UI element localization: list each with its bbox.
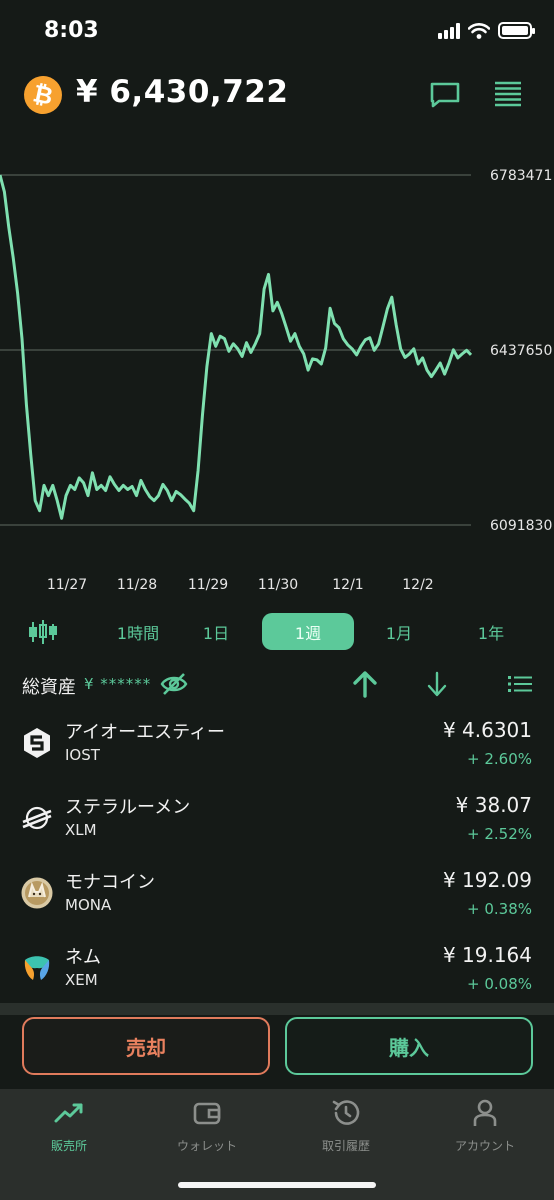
- y-tick-label: 6437650: [490, 343, 552, 359]
- coin-change: + 2.52%: [467, 825, 532, 843]
- coin-symbol: IOST: [65, 746, 100, 764]
- coin-name: モナコイン: [65, 872, 155, 893]
- coin-symbol: MONA: [65, 896, 112, 914]
- bitcoin-icon[interactable]: ₿: [20, 72, 66, 118]
- buy-button[interactable]: 購入: [285, 1017, 533, 1075]
- x-tick-label: 12/2: [402, 577, 433, 593]
- sort-up-arrow-icon[interactable]: [352, 670, 378, 698]
- y-tick-label: 6783471: [490, 168, 552, 184]
- header: ₿ ¥ 6,430,722: [0, 68, 554, 120]
- tab-label: ウォレット: [176, 1139, 237, 1153]
- total-assets-value: ¥ ******: [84, 675, 152, 693]
- tab-bar: 販売所 ウォレット 取引履歴 アカウント: [0, 1089, 554, 1200]
- tab-wallet[interactable]: ウォレット: [138, 1097, 276, 1161]
- status-icons: [438, 22, 535, 39]
- list-divider: [0, 1003, 554, 1015]
- stellar-logo-icon: [22, 806, 52, 830]
- coin-change: + 0.08%: [467, 975, 532, 993]
- cellular-signal-icon: [438, 22, 460, 39]
- period-1m[interactable]: 1月: [353, 613, 445, 650]
- iost-logo-icon: [24, 728, 50, 758]
- account-icon: [473, 1099, 497, 1126]
- coin-symbol: XLM: [65, 821, 97, 839]
- period-1y[interactable]: 1年: [445, 613, 537, 650]
- current-price: ¥ 6,430,722: [76, 74, 289, 110]
- x-tick-label: 11/30: [258, 577, 298, 593]
- price-chart[interactable]: 6783471 6437650 6091830 11/27 11/28 11/29 11/3…: [0, 140, 554, 600]
- order-book-icon[interactable]: [494, 80, 522, 108]
- history-icon: [332, 1100, 360, 1125]
- coin-name: アイオーエスティー: [65, 722, 226, 743]
- coin-symbol: XEM: [65, 971, 98, 989]
- coin-row-iost[interactable]: アイオーエスティー IOST ¥ 4.6301 + 2.60%: [0, 712, 554, 787]
- list-view-icon[interactable]: [508, 674, 532, 694]
- tab-label: 販売所: [50, 1139, 87, 1153]
- tab-account[interactable]: アカウント: [416, 1097, 554, 1161]
- price-chart-svg: 6783471 6437650 6091830 11/27 11/28 11/29 11/3…: [0, 168, 552, 593]
- tab-exchange[interactable]: 販売所: [0, 1097, 138, 1161]
- status-bar: 8:03: [0, 0, 554, 66]
- coin-row-mona[interactable]: モナコイン MONA ¥ 192.09 + 0.38%: [0, 862, 554, 937]
- coin-price: ¥ 4.6301: [442, 718, 532, 742]
- y-tick-label: 6091830: [490, 518, 552, 534]
- coin-name: ステラルーメン: [65, 797, 191, 818]
- x-tick-label: 12/1: [332, 577, 363, 593]
- coin-row-xem[interactable]: ネム XEM ¥ 19.164 + 0.08%: [0, 937, 554, 1012]
- period-1w[interactable]: 1週: [262, 613, 354, 650]
- wallet-icon: [193, 1102, 221, 1125]
- x-tick-label: 11/27: [47, 577, 87, 593]
- tab-label: 取引履歴: [321, 1139, 370, 1153]
- home-indicator: [178, 1182, 376, 1188]
- period-selector: 1時間 1日 1週 1月 1年: [0, 612, 554, 652]
- nem-logo-icon: [24, 956, 50, 980]
- period-1d[interactable]: 1日: [170, 613, 262, 650]
- eye-off-icon[interactable]: [160, 671, 188, 697]
- coin-change: + 2.60%: [467, 750, 532, 768]
- coin-change: + 0.38%: [467, 900, 532, 918]
- tab-history[interactable]: 取引履歴: [277, 1097, 415, 1161]
- trend-icon: [54, 1103, 83, 1123]
- battery-icon: [498, 22, 535, 39]
- price-series-line: [0, 174, 473, 520]
- coin-row-xlm[interactable]: ステラルーメン XLM ¥ 38.07 + 2.52%: [0, 787, 554, 862]
- coin-name: ネム: [65, 947, 101, 968]
- coin-price: ¥ 192.09: [442, 868, 532, 892]
- x-tick-label: 11/28: [117, 577, 157, 593]
- x-tick-label: 11/29: [188, 577, 228, 593]
- total-assets-label: 総資産: [22, 677, 76, 698]
- tab-label: アカウント: [454, 1139, 515, 1153]
- wifi-icon: [468, 22, 490, 39]
- sell-button[interactable]: 売却: [22, 1017, 270, 1075]
- coin-price: ¥ 38.07: [455, 793, 532, 817]
- total-assets-row: 総資産 ¥ ******: [0, 668, 554, 704]
- coin-price: ¥ 19.164: [442, 943, 532, 967]
- monacoin-logo-icon: [21, 877, 53, 909]
- candlestick-icon[interactable]: [28, 618, 58, 646]
- chat-icon[interactable]: [430, 82, 460, 108]
- sort-down-arrow-icon[interactable]: [426, 670, 448, 698]
- status-time: 8:03: [44, 18, 99, 43]
